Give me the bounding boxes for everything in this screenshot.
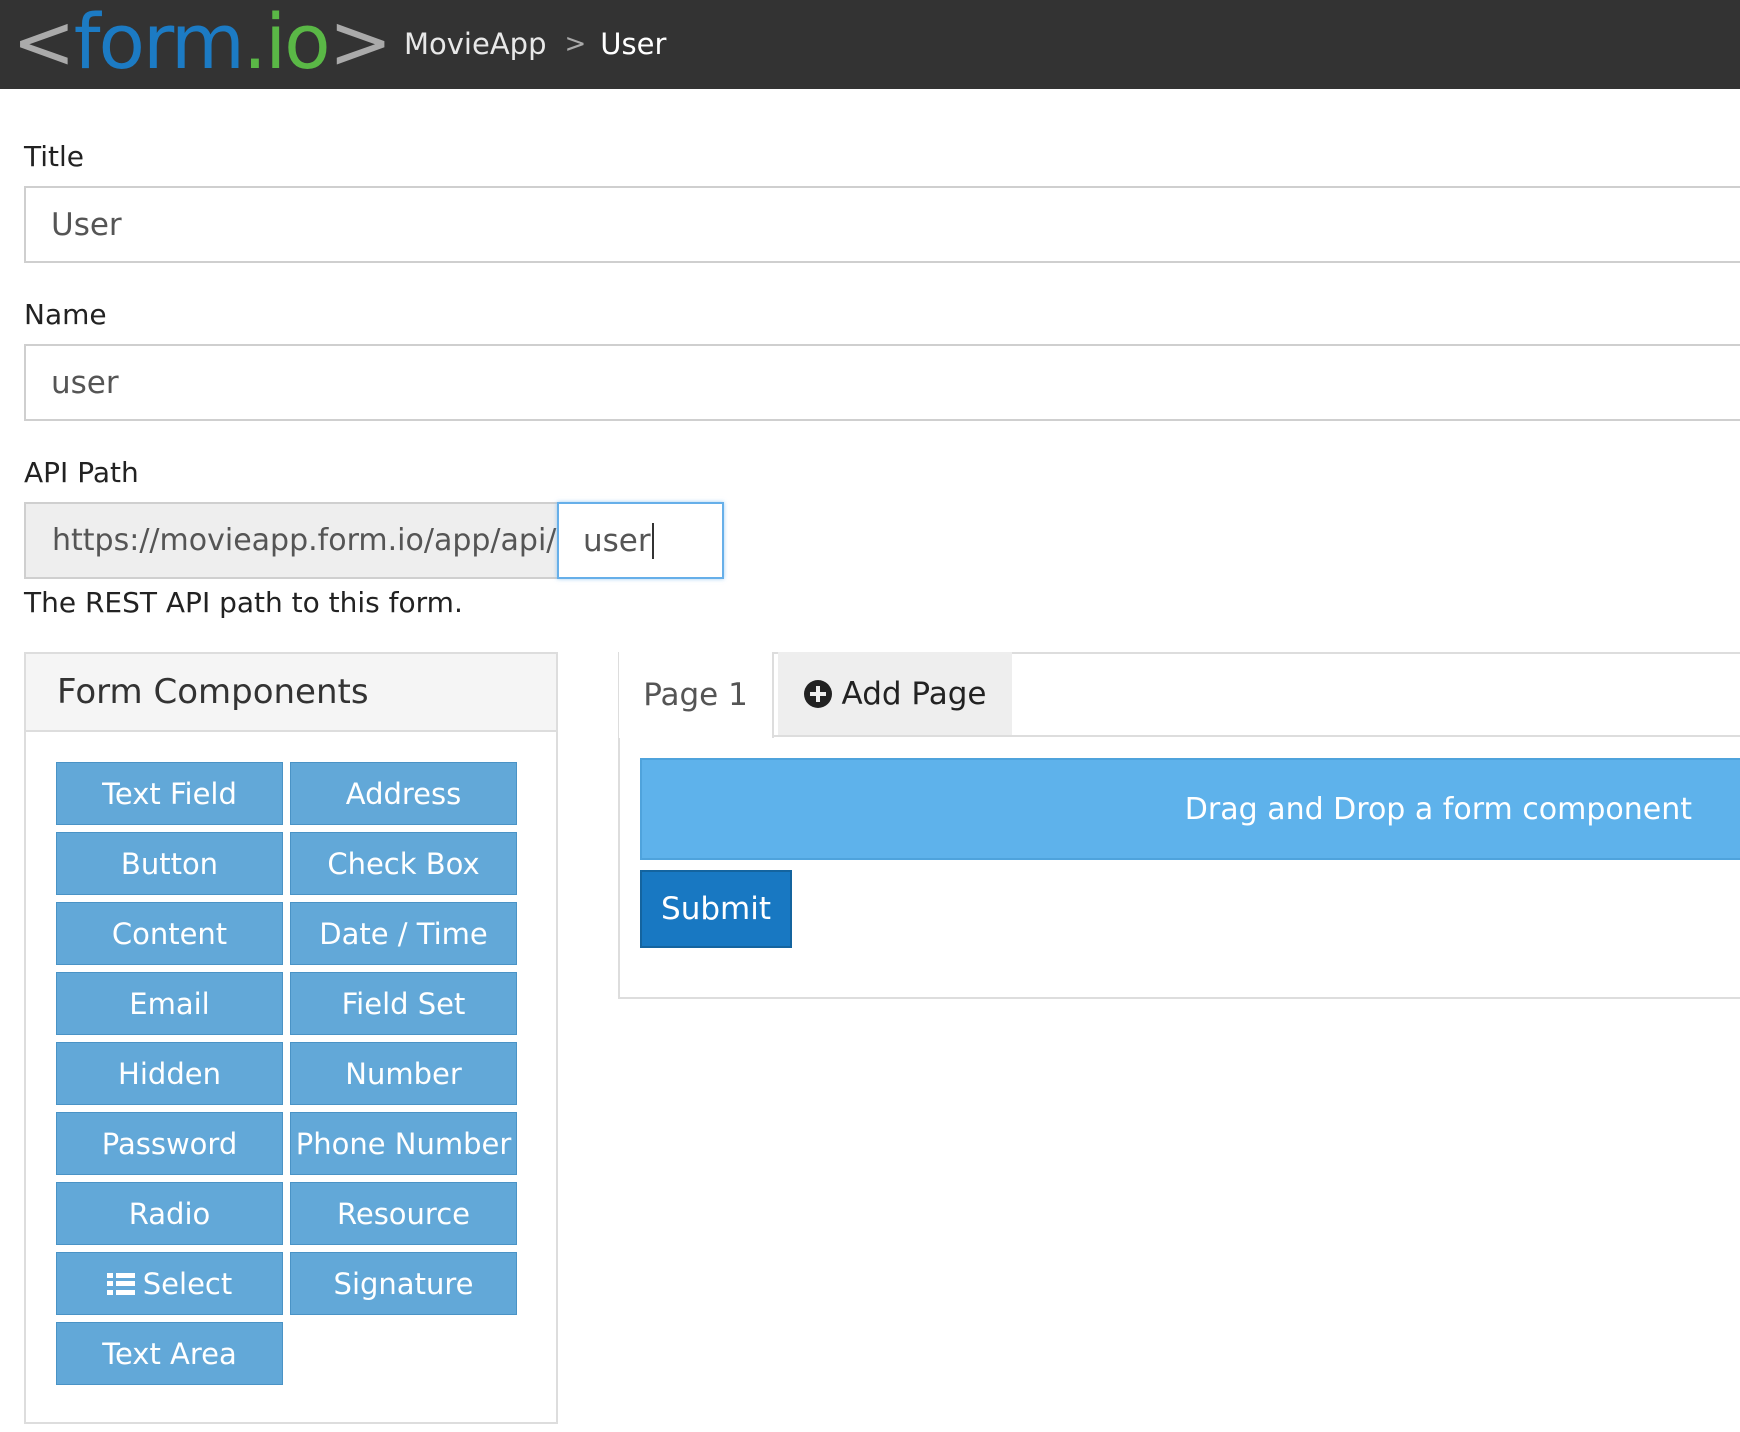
api-path-input[interactable]: user (557, 502, 724, 579)
title-input-value: User (51, 206, 122, 243)
component-hidden-button[interactable]: Hidden (56, 1042, 283, 1105)
name-label: Name (24, 298, 107, 331)
formio-logo[interactable]: < form. io > (12, 0, 393, 86)
component-phone-number-button[interactable]: Phone Number (290, 1112, 517, 1175)
component-number-button[interactable]: Number (290, 1042, 517, 1105)
component-content-button[interactable]: Content (56, 902, 283, 965)
name-input-value: user (51, 364, 119, 401)
component-button-button[interactable]: Button (56, 832, 283, 895)
component-check-box-button[interactable]: Check Box (290, 832, 517, 895)
tab-add-page[interactable]: Add Page (778, 652, 1012, 736)
api-path-input-value: user (583, 522, 651, 559)
breadcrumb-separator: > (564, 29, 587, 59)
logo-dot: . (242, 0, 267, 86)
api-path-help-text: The REST API path to this form. (24, 586, 463, 619)
component-select-label: Select (142, 1266, 233, 1301)
list-icon (106, 1272, 135, 1295)
add-page-label: Add Page (841, 676, 987, 712)
component-field-set-button[interactable]: Field Set (290, 972, 517, 1035)
logo-form-text: form (73, 0, 245, 86)
component-signature-button[interactable]: Signature (290, 1252, 517, 1315)
component-address-button[interactable]: Address (290, 762, 517, 825)
api-path-prefix-addon: https://movieapp.form.io/app/api/ (24, 502, 558, 579)
tab-divider (774, 735, 1740, 737)
logo-io-text: io (265, 0, 331, 86)
name-input[interactable]: user (24, 344, 1740, 421)
plus-circle-icon (803, 680, 832, 708)
component-select-button[interactable]: Select (56, 1252, 283, 1315)
component-radio-button[interactable]: Radio (56, 1182, 283, 1245)
component-resource-button[interactable]: Resource (290, 1182, 517, 1245)
component-email-button[interactable]: Email (56, 972, 283, 1035)
drop-zone-text: Drag and Drop a form component (1184, 791, 1692, 827)
text-caret (651, 522, 654, 559)
breadcrumb-current: User (600, 27, 667, 61)
logo-close-bracket: > (328, 0, 393, 86)
logo-open-bracket: < (12, 0, 76, 86)
api-path-prefix: https://movieapp.form.io/app/api/ (52, 523, 557, 558)
form-components-heading: Form Components (26, 654, 556, 732)
breadcrumb-app-link[interactable]: MovieApp (404, 27, 546, 61)
title-input[interactable]: User (24, 186, 1740, 263)
drop-zone[interactable]: Drag and Drop a form component (640, 758, 1740, 860)
submit-button[interactable]: Submit (640, 870, 792, 948)
breadcrumb: MovieApp > User (404, 26, 666, 62)
component-date-time-button[interactable]: Date / Time (290, 902, 517, 965)
component-password-button[interactable]: Password (56, 1112, 283, 1175)
api-path-label: API Path (24, 456, 139, 489)
top-navbar: < form. io > MovieApp > User (0, 0, 1740, 89)
component-text-area-button[interactable]: Text Area (56, 1322, 283, 1385)
tab-page-1[interactable]: Page 1 (619, 652, 774, 738)
title-label: Title (24, 140, 85, 173)
component-text-field-button[interactable]: Text Field (56, 762, 283, 825)
